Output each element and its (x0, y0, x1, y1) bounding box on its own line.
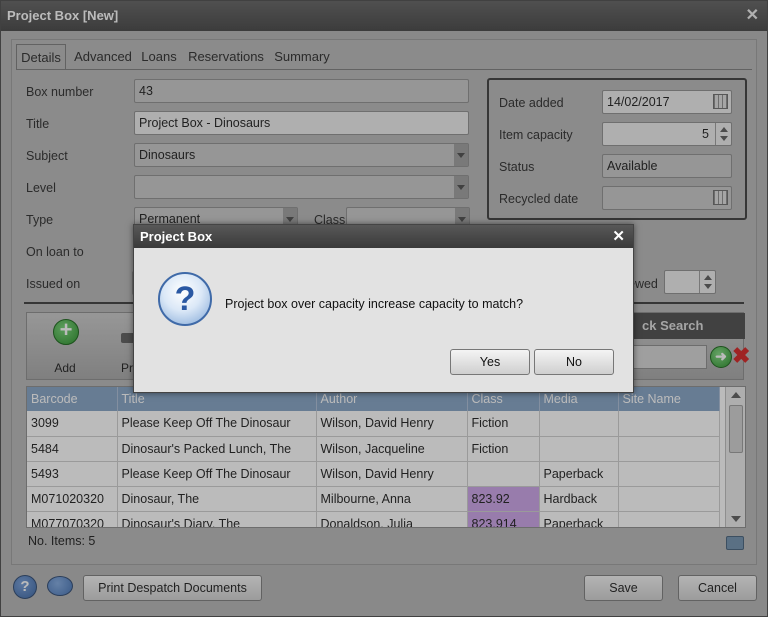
yes-button[interactable]: Yes (450, 349, 530, 375)
dialog-close-icon[interactable]: ✕ (612, 225, 625, 248)
question-icon: ? (158, 272, 212, 326)
dialog-titlebar: Project Box ✕ (134, 225, 633, 248)
confirm-dialog: Project Box ✕ ? Project box over capacit… (133, 224, 634, 393)
dialog-message: Project box over capacity increase capac… (225, 297, 524, 311)
dialog-title: Project Box (140, 229, 213, 244)
no-button[interactable]: No (534, 349, 614, 375)
